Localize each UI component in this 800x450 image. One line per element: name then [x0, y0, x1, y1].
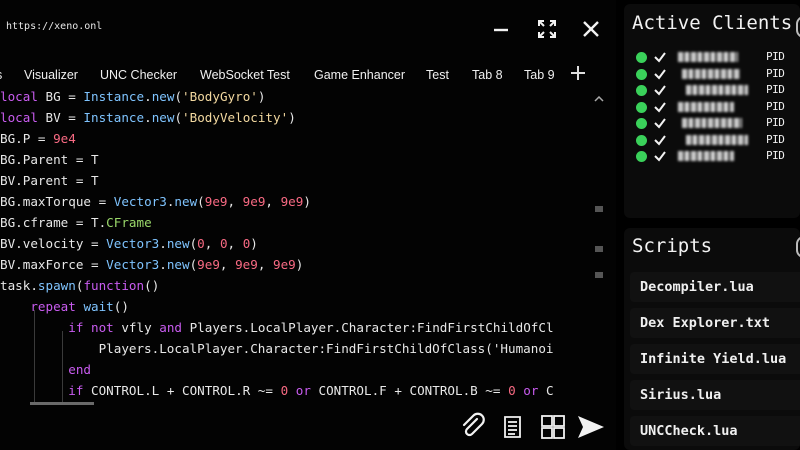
checkbox-icon[interactable]	[653, 83, 667, 97]
active-clients-panel: Active Clients PID PID PID PID PID PID PID	[624, 4, 800, 218]
script-item[interactable]: Dex Explorer.txt	[630, 308, 800, 338]
client-pid: PID	[766, 149, 785, 162]
attach-button[interactable]	[458, 412, 488, 442]
tab-game-enhancer[interactable]: Game Enhancer	[314, 68, 405, 82]
code-line: local BV = Instance.new('BodyVelocity')	[0, 110, 296, 125]
code-line: BG.cframe = T.CFrame	[0, 215, 152, 230]
open-file-button[interactable]	[498, 412, 528, 442]
checkbox-icon[interactable]	[653, 67, 667, 81]
code-line: task.spawn(function()	[0, 278, 160, 293]
minimize-button[interactable]	[488, 16, 514, 42]
tab-visualizer[interactable]: Visualizer	[24, 68, 78, 82]
document-icon	[504, 416, 521, 438]
client-name-redacted	[678, 101, 734, 112]
active-clients-title: Active Clients	[632, 12, 793, 34]
code-editor[interactable]: local BG = Instance.new('BodyGyro') local…	[0, 86, 606, 404]
status-dot	[636, 134, 647, 146]
code-line: BG.Parent = T	[0, 152, 99, 167]
client-name-redacted	[682, 118, 742, 128]
code-line: BV.velocity = Vector3.new(0, 0, 0)	[0, 236, 258, 251]
client-pid: PID	[766, 50, 785, 63]
client-pid: PID	[766, 66, 785, 80]
status-dot	[636, 85, 647, 96]
code-line: local BG = Instance.new('BodyGyro')	[0, 89, 266, 104]
client-name-redacted	[678, 52, 738, 62]
client-row[interactable]: PID	[634, 133, 800, 147]
tab-scripts[interactable]: s	[0, 68, 2, 82]
grid-icon	[541, 415, 565, 439]
code-line: Players.LocalPlayer.Character:FindFirstC…	[0, 341, 554, 356]
tab-test[interactable]: Test	[426, 68, 449, 82]
checkbox-icon[interactable]	[653, 100, 667, 114]
scripts-folder-button[interactable]	[796, 236, 800, 258]
editor-window: https://xeno.onl s Visualizer UNC Checke…	[0, 0, 616, 450]
client-row[interactable]: PID	[634, 67, 800, 81]
client-row[interactable]: PID	[634, 50, 800, 64]
code-line: end	[68, 362, 91, 377]
scripts-title: Scripts	[632, 235, 713, 257]
maximize-button[interactable]	[534, 16, 560, 42]
client-pid: PID	[766, 83, 785, 96]
client-pid: PID	[766, 99, 785, 113]
code-line: if CONTROL.L + CONTROL.R ~= 0 or CONTROL…	[68, 383, 554, 398]
close-icon	[583, 21, 599, 37]
checkbox-icon[interactable]	[653, 149, 667, 163]
script-item[interactable]: Sirius.lua	[630, 380, 800, 410]
add-tab-button[interactable]	[568, 63, 588, 83]
script-item[interactable]: UNCCheck.lua	[630, 416, 800, 446]
checkbox-icon[interactable]	[653, 133, 667, 147]
script-item[interactable]: Infinite Yield.lua	[630, 344, 800, 374]
client-name-redacted	[686, 85, 748, 95]
client-row[interactable]: PID	[634, 100, 800, 114]
minimize-icon	[494, 28, 508, 32]
code-line: BV.Parent = T	[0, 173, 99, 188]
execute-button[interactable]	[576, 412, 606, 442]
maximize-icon	[538, 20, 556, 38]
send-icon	[578, 416, 604, 438]
horizontal-scrollbar[interactable]	[30, 402, 94, 405]
attach-icon	[462, 412, 485, 437]
client-row[interactable]: PID	[634, 116, 800, 130]
status-dot	[636, 151, 647, 162]
code-line: repeat wait()	[30, 299, 129, 314]
plus-icon	[571, 66, 585, 80]
vertical-scrollbar[interactable]	[594, 95, 604, 396]
scripts-panel: Scripts Decompiler.lua Dex Explorer.txt …	[624, 228, 800, 450]
client-row[interactable]: PID	[634, 83, 800, 97]
code-line: if not vfly and Players.LocalPlayer.Char…	[68, 320, 554, 335]
tab-bar: s Visualizer UNC Checker WebSocket Test …	[0, 64, 616, 86]
tab-8[interactable]: Tab 8	[472, 68, 503, 82]
code-line: BG.P = 9e4	[0, 131, 76, 146]
script-hub-button[interactable]	[538, 412, 568, 442]
clients-toggle-button[interactable]	[796, 16, 800, 38]
client-row[interactable]: PID	[634, 149, 800, 163]
status-dot	[636, 101, 647, 113]
code-line: BV.maxForce = Vector3.new(9e9, 9e9, 9e9)	[0, 257, 304, 272]
status-dot	[636, 68, 647, 80]
tab-9[interactable]: Tab 9	[524, 68, 555, 82]
client-name-redacted	[678, 151, 734, 161]
tab-websocket-test[interactable]: WebSocket Test	[200, 68, 290, 82]
tab-unc-checker[interactable]: UNC Checker	[100, 68, 177, 82]
checkbox-icon[interactable]	[653, 50, 667, 64]
window-url: https://xeno.onl	[6, 21, 103, 32]
status-dot	[636, 52, 647, 63]
client-pid: PID	[766, 116, 785, 129]
title-bar: https://xeno.onl	[0, 0, 616, 60]
code-line: BG.maxTorque = Vector3.new(9e9, 9e9, 9e9…	[0, 194, 311, 209]
client-name-redacted	[682, 68, 740, 79]
script-item[interactable]: Decompiler.lua	[630, 272, 800, 302]
checkbox-icon[interactable]	[653, 116, 667, 130]
client-name-redacted	[686, 134, 748, 145]
close-button[interactable]	[578, 16, 604, 42]
status-dot	[636, 118, 647, 129]
client-pid: PID	[766, 132, 785, 146]
